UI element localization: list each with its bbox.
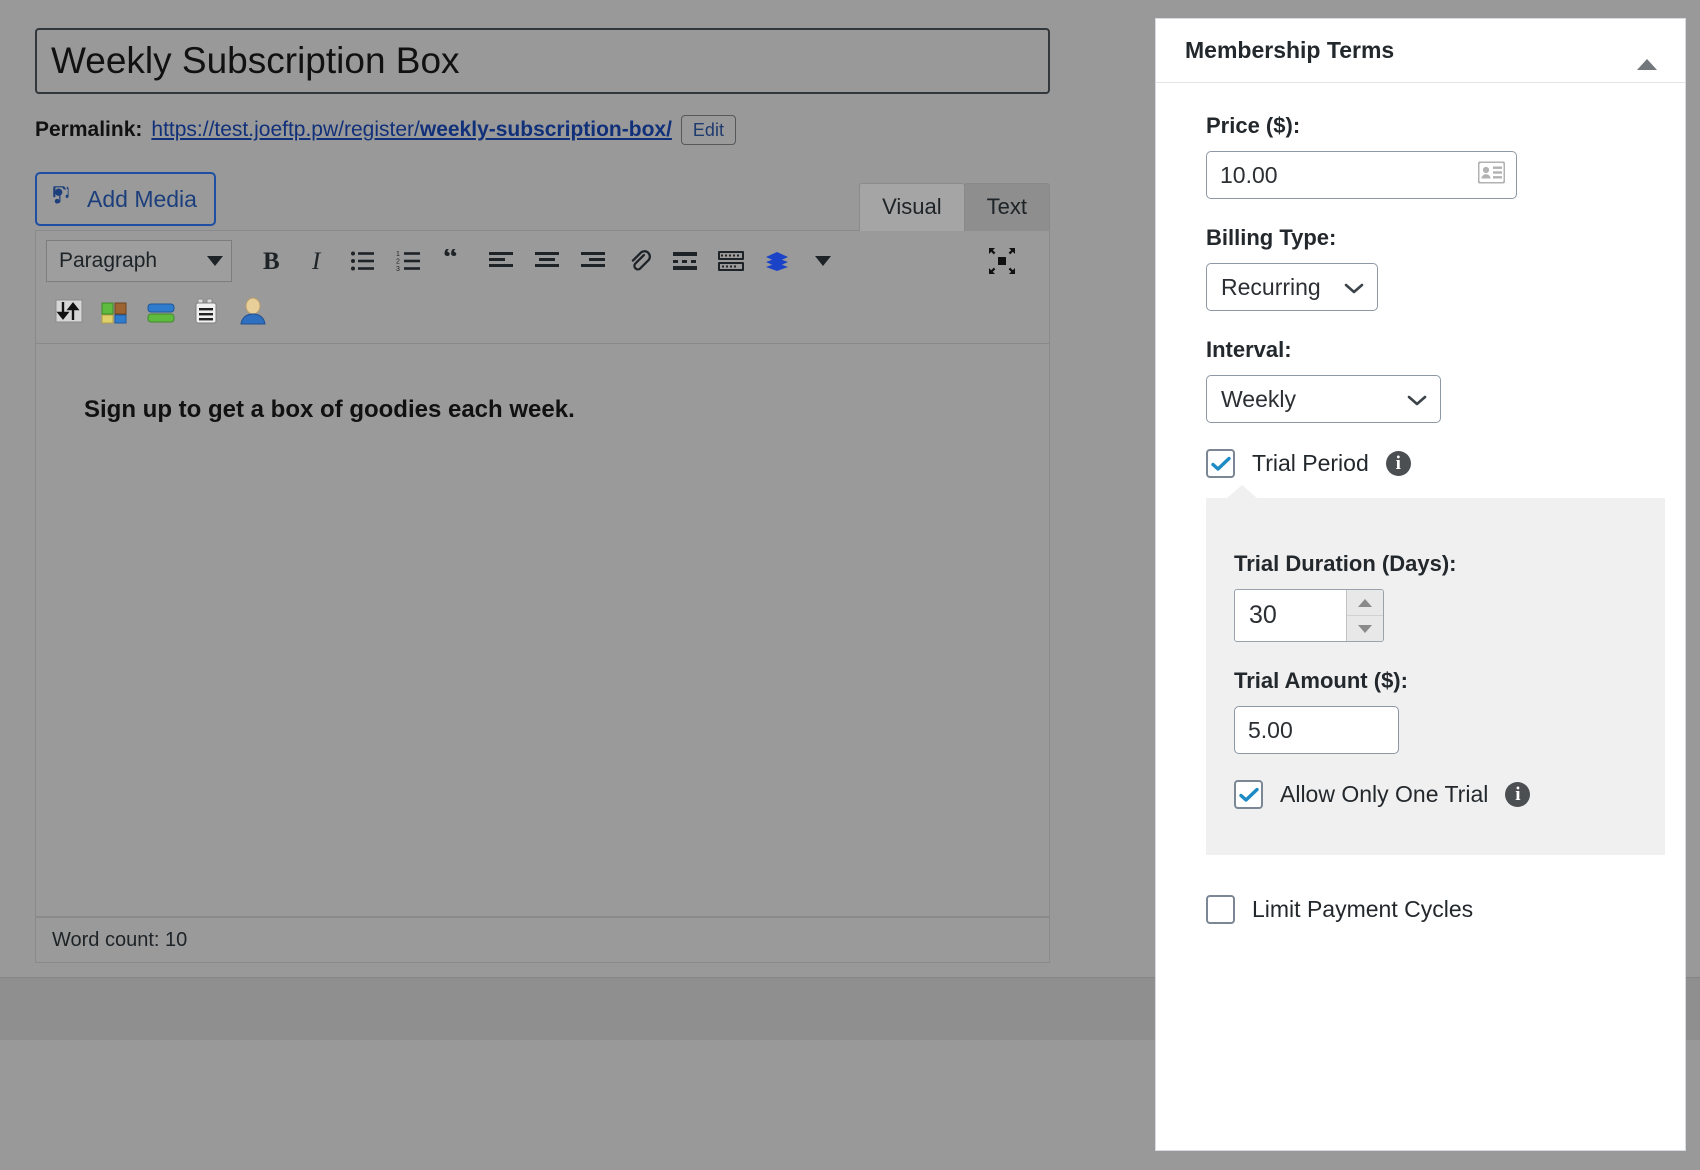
trial-settings-panel: Trial Duration (Days): 30 Trial Amount (…	[1206, 498, 1665, 855]
limit-payment-cycles-label: Limit Payment Cycles	[1252, 896, 1474, 922]
price-input[interactable]	[1206, 151, 1517, 199]
trial-settings-panel-wrapper: Trial Duration (Days): 30 Trial Amount (…	[1156, 485, 1685, 855]
permalink-base: https://test.joeftp.pw/register/	[151, 118, 420, 141]
post-editor-column: Permalink: https://test.joeftp.pw/regist…	[0, 28, 1700, 1040]
billing-type-value: Recurring	[1221, 273, 1321, 300]
add-media-label: Add Media	[87, 185, 197, 212]
permalink-label: Permalink:	[35, 118, 143, 141]
add-media-button[interactable]: Add Media	[35, 172, 216, 226]
editor-paragraph: Sign up to get a box of goodies each wee…	[84, 396, 575, 423]
billing-type-select[interactable]: Recurring	[1206, 263, 1378, 311]
svg-text:1: 1	[396, 251, 400, 258]
numbered-list-icon[interactable]: 1 2 3	[386, 239, 432, 283]
word-count-bar: Word count: 10	[36, 917, 1049, 962]
add-media-icon	[50, 183, 76, 215]
stepper-arrows	[1346, 590, 1383, 641]
triangle-up-icon[interactable]	[1629, 34, 1665, 70]
svg-text:I: I	[311, 248, 322, 274]
sort-order-icon[interactable]	[46, 289, 92, 333]
interval-label: Interval:	[1206, 337, 1292, 362]
trial-period-checkbox[interactable]	[1206, 449, 1235, 478]
editor-content-area[interactable]: Sign up to get a box of goodies each wee…	[36, 344, 1049, 917]
contact-card-icon[interactable]	[1477, 161, 1506, 189]
limit-payment-cycles-row: Limit Payment Cycles	[1206, 895, 1685, 924]
permalink-edit-button[interactable]: Edit	[680, 115, 736, 145]
distraction-free-icon[interactable]	[979, 239, 1025, 283]
trial-amount-input[interactable]	[1234, 706, 1399, 754]
svg-text:2: 2	[396, 259, 400, 266]
toolbar-row-2	[36, 283, 1049, 337]
chevron-down-icon	[207, 256, 223, 266]
word-count-label: Word count: 10	[52, 928, 188, 951]
bold-icon[interactable]: B	[248, 239, 294, 283]
italic-icon[interactable]: I	[294, 239, 340, 283]
paragraph-style-value: Paragraph	[59, 249, 158, 272]
layers-icon[interactable]	[754, 239, 800, 283]
tab-visual[interactable]: Visual	[859, 183, 965, 231]
allow-one-trial-row: Allow Only One Trial i	[1234, 780, 1665, 809]
align-right-icon[interactable]	[570, 239, 616, 283]
chevron-down-icon	[1343, 274, 1365, 301]
permalink-slug: weekly-subscription-box/	[419, 118, 672, 141]
limit-payment-cycles-checkbox[interactable]	[1206, 895, 1235, 924]
metabox-body: Price ($): Billing Type: Recurring	[1156, 83, 1685, 924]
member-profile-icon[interactable]	[230, 289, 276, 333]
svg-text:3: 3	[396, 266, 400, 272]
blockquote-icon[interactable]: “	[432, 239, 478, 283]
metabox-header: Membership Terms	[1156, 19, 1685, 83]
permalink-row: Permalink: https://test.joeftp.pw/regist…	[35, 110, 1050, 150]
bulleted-list-icon[interactable]	[340, 239, 386, 283]
info-icon[interactable]: i	[1505, 782, 1531, 807]
keyboard-shortcuts-icon[interactable]	[708, 239, 754, 283]
stepper-increment-button[interactable]	[1347, 590, 1383, 615]
trial-duration-stepper[interactable]: 30	[1234, 589, 1384, 642]
info-icon[interactable]: i	[1385, 451, 1411, 476]
chevron-down-icon	[1406, 386, 1428, 413]
interval-value: Weekly	[1221, 385, 1296, 412]
editor-toolbar: Paragraph B I 1 2 3 “	[36, 231, 1049, 344]
tab-text[interactable]: Text	[963, 183, 1050, 231]
trial-period-row: Trial Period i	[1206, 449, 1685, 478]
allow-one-trial-checkbox[interactable]	[1234, 780, 1263, 809]
trial-amount-label: Trial Amount ($):	[1234, 668, 1408, 693]
trial-duration-value: 30	[1249, 601, 1277, 629]
interval-select[interactable]: Weekly	[1206, 375, 1441, 423]
permalink-link[interactable]: https://test.joeftp.pw/register/weekly-s…	[151, 118, 672, 142]
allow-one-trial-label: Allow Only One Trial	[1280, 781, 1489, 807]
media-and-tabs-row: Add Media Visual Text	[35, 172, 1050, 231]
svg-text:“: “	[443, 249, 458, 273]
membership-levels-icon[interactable]	[138, 289, 184, 333]
editor-mode-tabs: Visual Text	[859, 183, 1050, 231]
toolbar-row-1: Paragraph B I 1 2 3 “	[36, 231, 1049, 283]
read-more-icon[interactable]	[662, 239, 708, 283]
paragraph-style-select[interactable]: Paragraph	[46, 240, 232, 282]
trial-period-label: Trial Period	[1252, 450, 1369, 476]
insert-link-icon[interactable]	[616, 239, 662, 283]
membership-terms-metabox: Membership Terms Price ($): Billing	[1155, 18, 1686, 1151]
form-fields-icon[interactable]	[184, 289, 230, 333]
metabox-title: Membership Terms	[1185, 37, 1395, 63]
editor-frame: Paragraph B I 1 2 3 “ Sign up to get a b…	[35, 230, 1050, 963]
trial-duration-label: Trial Duration (Days):	[1234, 551, 1457, 576]
align-center-icon[interactable]	[524, 239, 570, 283]
toolbar-toggle-icon[interactable]	[800, 239, 846, 283]
stepper-decrement-button[interactable]	[1347, 615, 1383, 641]
billing-type-label: Billing Type:	[1206, 225, 1337, 250]
price-label: Price ($):	[1206, 113, 1301, 138]
users-group-icon[interactable]	[92, 289, 138, 333]
svg-text:B: B	[263, 248, 280, 274]
price-field-wrapper	[1206, 151, 1517, 199]
callout-arrow-icon	[1226, 485, 1258, 499]
post-title-input[interactable]	[35, 28, 1050, 94]
align-left-icon[interactable]	[478, 239, 524, 283]
